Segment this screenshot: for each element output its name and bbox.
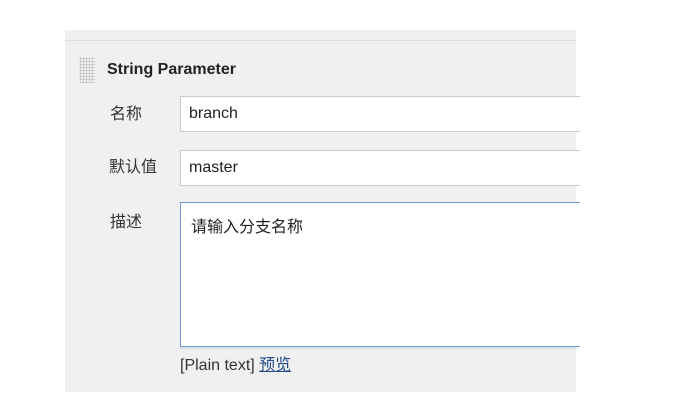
name-input[interactable] [180, 96, 580, 132]
textarea-resize-edge [180, 347, 576, 350]
plain-text-indicator: [Plain text] [180, 357, 255, 374]
name-label: 名称 [110, 106, 143, 123]
string-parameter-panel: String Parameter 名称 默认值 描述 请输入分支名称 [Plai… [65, 30, 580, 392]
drag-handle-icon[interactable] [79, 57, 95, 83]
preview-link[interactable]: 预览 [259, 357, 291, 374]
parameter-type-title: String Parameter [107, 61, 236, 78]
default-value-label: 默认值 [109, 159, 158, 176]
default-value-input[interactable] [180, 150, 580, 186]
panel-divider [65, 40, 576, 41]
description-textarea[interactable]: 请输入分支名称 [180, 202, 580, 347]
description-footer: [Plain text] 预览 [180, 356, 291, 376]
description-label: 描述 [110, 214, 143, 231]
